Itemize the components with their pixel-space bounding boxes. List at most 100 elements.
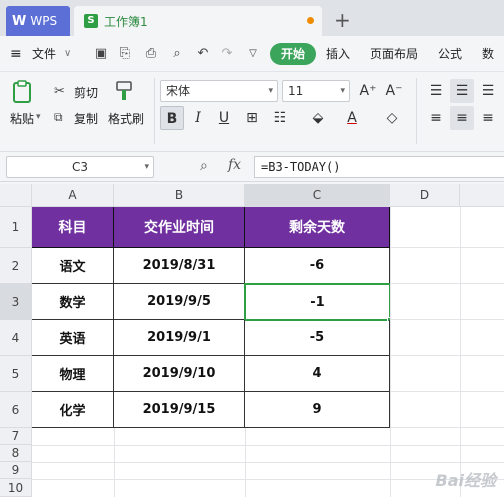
align-middle-icon[interactable]: ☰ bbox=[450, 79, 474, 103]
paste-button[interactable]: 粘贴 bbox=[10, 110, 34, 127]
gridline bbox=[32, 462, 504, 463]
cut-button[interactable]: 剪切 bbox=[74, 84, 98, 101]
align-bottom-icon[interactable]: ☰ bbox=[476, 79, 500, 103]
menu-start[interactable]: 开始 bbox=[270, 43, 316, 65]
name-box[interactable]: C3 ▾ bbox=[6, 156, 154, 178]
align-left-icon[interactable]: ≡ bbox=[424, 106, 448, 130]
cell-b4[interactable]: 2019/9/1 bbox=[114, 320, 245, 356]
paste-dropdown-icon[interactable]: ▾ bbox=[36, 112, 41, 122]
cell-b3[interactable]: 2019/9/5 bbox=[114, 284, 245, 320]
save-icon[interactable]: ▣ bbox=[92, 45, 110, 63]
menu-formula[interactable]: 公式 bbox=[438, 36, 462, 72]
format-painter-button[interactable]: 格式刷 bbox=[108, 110, 144, 127]
header-cell-subject[interactable]: 科目 bbox=[32, 207, 114, 248]
cell-b6[interactable]: 2019/9/15 bbox=[114, 392, 245, 428]
new-tab-button[interactable]: + bbox=[334, 8, 360, 32]
file-chevron-down-icon[interactable]: ∨ bbox=[64, 36, 71, 72]
font-color-icon[interactable]: A bbox=[340, 106, 364, 130]
cell-c6[interactable]: 9 bbox=[245, 392, 390, 428]
row-header-6[interactable]: 6 bbox=[0, 392, 32, 428]
cell-c3-active[interactable]: -1 bbox=[244, 283, 391, 321]
column-header-e[interactable] bbox=[460, 184, 504, 207]
font-name-chevron-icon: ▾ bbox=[268, 86, 273, 96]
menu-page-layout[interactable]: 页面布局 bbox=[370, 36, 418, 72]
select-all-corner[interactable] bbox=[0, 184, 32, 207]
menu-bar: ≡ 文件 ∨ ▣ ⎘ ⎙ ⌕ ↶ ↷ ▽ 开始 插入 页面布局 公式 数据 bbox=[0, 36, 504, 97]
fx-icon[interactable]: fx bbox=[228, 157, 241, 173]
underline-button[interactable]: U bbox=[212, 106, 236, 130]
row-header-9[interactable]: 9 bbox=[0, 462, 32, 479]
align-top-icon[interactable]: ☰ bbox=[424, 79, 448, 103]
row-header-8[interactable]: 8 bbox=[0, 445, 32, 462]
align-center-icon[interactable]: ≡ bbox=[450, 106, 474, 130]
formula-input[interactable]: =B3-TODAY() bbox=[254, 156, 504, 178]
font-size-value: 11 bbox=[288, 84, 304, 98]
align-right-icon[interactable]: ≡ bbox=[476, 106, 500, 130]
row-header-10[interactable]: 10 bbox=[0, 479, 32, 497]
font-size-chevron-icon: ▾ bbox=[340, 86, 345, 96]
cell-a2[interactable]: 语文 bbox=[32, 248, 114, 284]
row-header-4[interactable]: 4 bbox=[0, 320, 32, 356]
menu-file[interactable]: 文件 bbox=[32, 36, 56, 72]
cell-c4[interactable]: -5 bbox=[245, 320, 390, 356]
cell-b2[interactable]: 2019/8/31 bbox=[114, 248, 245, 284]
cell-c5[interactable]: 4 bbox=[245, 356, 390, 392]
row-header-5[interactable]: 5 bbox=[0, 356, 32, 392]
tab-workbook[interactable]: S 工作簿1 bbox=[74, 6, 322, 36]
tab-wps-home[interactable]: W WPS bbox=[6, 6, 70, 36]
header-cell-days-left[interactable]: 剩余天数 bbox=[245, 207, 390, 248]
cell-a5[interactable]: 物理 bbox=[32, 356, 114, 392]
column-header-b[interactable]: B bbox=[114, 184, 245, 207]
bold-button[interactable]: B bbox=[160, 106, 184, 130]
format-painter-icon[interactable] bbox=[114, 80, 136, 104]
fill-style-icon[interactable]: ☷ bbox=[268, 106, 292, 130]
tab-workbook-label: 工作簿1 bbox=[104, 14, 148, 29]
cell-c2[interactable]: -6 bbox=[245, 248, 390, 284]
print-preview-icon[interactable]: ⌕ bbox=[168, 45, 186, 63]
row-header-7[interactable]: 7 bbox=[0, 428, 32, 445]
header-cell-due-date[interactable]: 交作业时间 bbox=[114, 207, 245, 248]
cell-a3[interactable]: 数学 bbox=[32, 284, 114, 320]
ribbon-toolbar: 粘贴 ▾ ✂ 剪切 ⧉ 复制 格式刷 宋体 ▾ 11 ▾ A⁺ A⁻ B I U… bbox=[0, 72, 504, 152]
copy-icon: ⧉ bbox=[54, 110, 63, 124]
column-header-a[interactable]: A bbox=[32, 184, 114, 207]
menu-data[interactable]: 数据 bbox=[482, 36, 504, 97]
border-icon[interactable]: ⊞ bbox=[240, 106, 264, 130]
redo-icon[interactable]: ↷ bbox=[218, 45, 236, 63]
zoom-icon[interactable]: ⌕ bbox=[200, 158, 208, 174]
ribbon-divider bbox=[416, 78, 417, 144]
export-icon[interactable]: ⎘ bbox=[116, 45, 134, 63]
gridline bbox=[390, 283, 504, 284]
name-box-chevron-icon: ▾ bbox=[144, 162, 149, 172]
gridline bbox=[390, 207, 391, 497]
hamburger-menu-icon[interactable]: ≡ bbox=[10, 36, 22, 72]
column-header-d[interactable]: D bbox=[390, 184, 460, 207]
unsaved-dot-icon bbox=[307, 17, 314, 24]
column-header-c[interactable]: C bbox=[245, 184, 390, 207]
quick-access-dropdown-icon[interactable]: ▽ bbox=[244, 45, 262, 63]
copy-button[interactable]: 复制 bbox=[74, 110, 98, 127]
row-header-2[interactable]: 2 bbox=[0, 248, 32, 284]
increase-font-icon[interactable]: A⁺ bbox=[356, 79, 380, 103]
font-size-select[interactable]: 11 ▾ bbox=[282, 80, 350, 102]
fill-color-icon[interactable]: ⬙ bbox=[306, 106, 330, 130]
gridline bbox=[390, 247, 504, 248]
italic-button[interactable]: I bbox=[186, 106, 210, 130]
cell-a6[interactable]: 化学 bbox=[32, 392, 114, 428]
row-header-3[interactable]: 3 bbox=[0, 284, 32, 320]
menu-insert[interactable]: 插入 bbox=[326, 36, 350, 72]
cell-b5[interactable]: 2019/9/10 bbox=[114, 356, 245, 392]
clear-format-icon[interactable]: ◇ bbox=[380, 106, 404, 130]
watermark-logo: Bai经验 bbox=[435, 471, 496, 490]
row-header-1[interactable]: 1 bbox=[0, 207, 32, 248]
undo-icon[interactable]: ↶ bbox=[194, 45, 212, 63]
tab-wps-label: WPS bbox=[30, 14, 58, 28]
cell-a4[interactable]: 英语 bbox=[32, 320, 114, 356]
print-icon[interactable]: ⎙ bbox=[142, 45, 160, 63]
name-box-value: C3 bbox=[71, 160, 88, 174]
font-name-select[interactable]: 宋体 ▾ bbox=[160, 80, 278, 102]
paste-icon[interactable] bbox=[10, 80, 46, 104]
decrease-font-icon[interactable]: A⁻ bbox=[382, 79, 406, 103]
wps-logo-icon: W bbox=[12, 13, 27, 29]
title-tab-bar: W WPS S 工作簿1 + bbox=[0, 0, 504, 36]
